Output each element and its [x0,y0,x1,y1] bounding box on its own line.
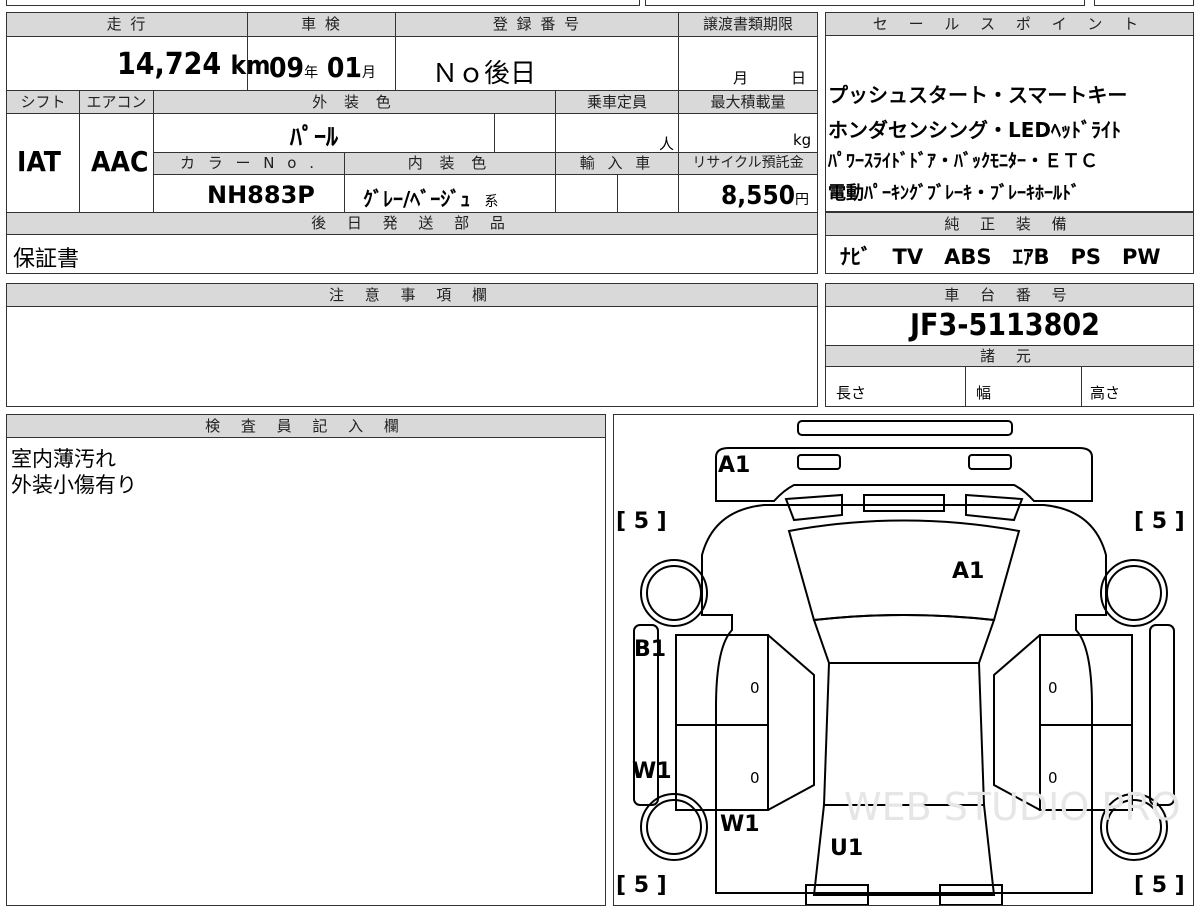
fog-light-right [968,454,1012,470]
deadline-day: 日 [791,69,807,87]
header-registration: 登 録 番 号 [396,13,678,36]
chassis-number: JF3-5113802 [910,308,1100,343]
roof [822,662,986,806]
header-max-load: 最大積載量 [679,91,817,113]
registration-value: Ｎｏ後日 [432,59,537,89]
spec-height: 高さ [1090,384,1121,402]
grille [863,494,945,512]
exterior-color-value: ﾊﾟｰﾙ [290,123,338,151]
door-rl-value: 0 [750,769,760,787]
sales-point-line-3: ﾊﾟﾜｰｽﾗｲﾄﾞﾄﾞｱ・ﾊﾞｯｸﾓﾆﾀｰ・ＥＴＣ [828,151,1098,172]
label-rear: U1 [830,836,864,861]
header-deadline: 譲渡書類期限 [679,13,817,36]
hood [787,519,1021,622]
car-diagram: WEB STUDIO PRO [633,420,1181,905]
header-import: 輸 入 車 [556,153,678,174]
sales-point-line-2: ホンダセンシング・LEDﾍｯﾄﾞﾗｲﾄ [828,118,1122,142]
vehicle-info-table: 走 行 車 検 登 録 番 号 譲渡書類期限 14,724 km 09年 01月… [6,12,818,274]
header-interior-color: 内 装 色 [345,153,555,174]
front-bumper-bar [797,420,1013,436]
sales-points-header: セ ー ル ス ポ イ ン ト [826,13,1193,36]
color-no-value: NH883P [207,181,315,209]
door-rr-value: 0 [1048,769,1058,787]
spec-length: 長さ [836,384,867,402]
windshield [812,614,996,664]
headlight-left [784,493,843,522]
fog-light-left [797,454,841,470]
headlight-right [965,493,1024,522]
front-bumper [715,447,1093,502]
tire-rl-value: [ 5 ] [616,873,667,898]
sales-point-line-1: プッシュスタート・スマートキー [828,83,1128,107]
inspector-header: 検 査 員 記 入 欄 [7,415,605,438]
notes-header: 注 意 事 項 欄 [7,284,817,307]
shift-value: IAT [17,145,61,178]
top-strip-right [645,0,1085,6]
label-rear-left: W1 [720,812,760,837]
damage-diagram-panel: WEB STUDIO PRO A1 A1 B1 W1 W1 U1 [ 5 ] [… [613,414,1194,906]
header-inspection: 車 検 [248,13,395,36]
tire-fl-value: [ 5 ] [616,509,667,534]
label-hood: A1 [952,559,985,584]
genuine-equipment-panel: 純 正 装 備 ﾅﾋﾞ TV ABS ｴｱB PS PW [825,212,1194,274]
tire-front-left [640,559,708,627]
aircon-value: AAC [91,145,149,178]
inspector-panel: 検 査 員 記 入 欄 室内薄汚れ 外装小傷有り [6,414,606,906]
genuine-equipment-header: 純 正 装 備 [826,213,1193,236]
header-later-parts: 後 日 発 送 部 品 [7,213,817,234]
tire-fr-value: [ 5 ] [1134,509,1185,534]
inspector-line-2: 外装小傷有り [11,473,137,497]
header-color-no: カ ラ ー N o . [154,153,344,174]
sales-points-panel: セ ー ル ス ポ イ ン ト プッシュスタート・スマートキー ホンダセンシング… [825,12,1194,212]
max-load-unit: kg [793,131,812,149]
sill-right [1149,624,1175,806]
deadline-month: 月 [733,69,749,87]
tire-front-right [1100,559,1168,627]
top-strip [6,0,640,6]
sales-point-line-4: 電動ﾊﾟｰｷﾝｸﾞﾌﾞﾚｰｷ・ﾌﾞﾚｰｷﾎｰﾙﾄﾞ [828,183,1080,204]
body-outline [701,504,1107,894]
recycle-fee-value: 8,550円 [721,181,809,211]
notes-panel: 注 意 事 項 欄 [6,283,818,407]
top-strip-far-right [1094,0,1194,6]
watermark: WEB STUDIO PRO [844,785,1181,829]
header-mileage: 走 行 [7,13,247,36]
interior-color-value: ｸﾞﾚｰ/ﾍﾞｰｼﾞｭ系 [363,187,499,211]
label-front-bumper: A1 [718,453,751,478]
chassis-header: 車 台 番 号 [826,284,1193,307]
label-left-front-door: B1 [634,637,667,662]
inspection-value: 09年 01月 [269,51,376,84]
specs-header: 諸 元 [826,345,1193,367]
door-fl-value: 0 [750,679,760,697]
later-parts-value: 保証書 [13,247,80,272]
header-shift: シフト [7,91,79,113]
header-exterior-color: 外 装 色 [154,91,555,113]
header-aircon: エアコン [80,91,153,113]
chassis-panel: 車 台 番 号 JF3-5113802 諸 元 長さ 幅 高さ [825,283,1194,407]
genuine-equipment-value: ﾅﾋﾞ TV ABS ｴｱB PS PW [840,245,1161,269]
tire-rear-left [640,793,708,861]
spec-width: 幅 [976,384,992,402]
label-left-rear: W1 [632,759,672,784]
header-recycle-fee: リサイクル預託金 [679,153,817,174]
header-capacity: 乗車定員 [556,91,678,113]
tire-rr-value: [ 5 ] [1134,873,1185,898]
capacity-unit: 人 [659,135,675,153]
door-fr-value: 0 [1048,679,1058,697]
